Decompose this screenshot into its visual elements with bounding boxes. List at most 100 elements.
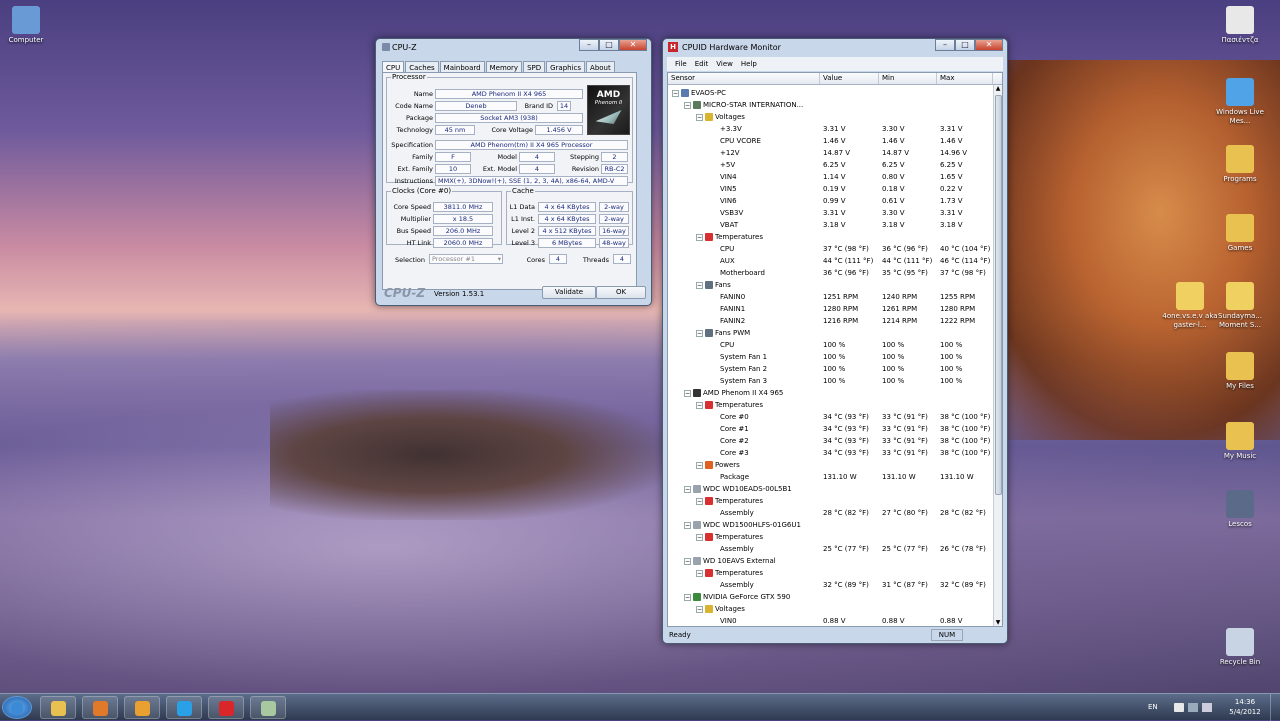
collapse-toggle-icon[interactable]: −: [684, 485, 691, 493]
collapse-toggle-icon[interactable]: −: [696, 533, 703, 541]
sensor-row[interactable]: − WDC WD10EADS-00L5B1: [668, 483, 1002, 495]
sensor-row[interactable]: Core #2 34 °C (93 °F) 33 °C (91 °F) 38 °C (…: [668, 435, 1002, 447]
sensor-row[interactable]: − NVIDIA GeForce GTX 590: [668, 591, 1002, 603]
sensor-row[interactable]: Assembly 28 °C (82 °F) 27 °C (80 °F) 28 °C …: [668, 507, 1002, 519]
scroll-thumb[interactable]: [995, 95, 1002, 495]
column-value[interactable]: Value: [820, 73, 879, 84]
desktop-icon[interactable]: Windows Live Mes...: [1210, 78, 1270, 126]
sensor-row[interactable]: +12V 14.87 V 14.87 V 14.96 V: [668, 147, 1002, 159]
sensor-row[interactable]: System Fan 2 100 % 100 % 100 %: [668, 363, 1002, 375]
collapse-toggle-icon[interactable]: −: [696, 569, 703, 577]
sensor-row[interactable]: VIN0 0.88 V 0.88 V 0.88 V: [668, 615, 1002, 626]
sensor-row[interactable]: − Powers: [668, 459, 1002, 471]
cpuz-window[interactable]: CPU-Z – □ ✕ CPU Caches Mainboard Memory SPD G…: [375, 38, 652, 306]
collapse-toggle-icon[interactable]: −: [696, 605, 703, 613]
sensor-row[interactable]: − AMD Phenom II X4 965: [668, 387, 1002, 399]
collapse-toggle-icon[interactable]: −: [696, 281, 703, 289]
sensor-row[interactable]: − Temperatures: [668, 231, 1002, 243]
ok-button[interactable]: OK: [596, 286, 646, 299]
scroll-up-arrow-icon[interactable]: ▲: [994, 85, 1002, 94]
sensor-row[interactable]: Package 131.10 W 131.10 W 131.10 W: [668, 471, 1002, 483]
sensor-row[interactable]: FANIN0 1251 RPM 1240 RPM 1255 RPM: [668, 291, 1002, 303]
show-desktop-button[interactable]: [1270, 694, 1280, 721]
desktop-icon[interactable]: Πασιέντζα: [1210, 6, 1270, 45]
menu-help[interactable]: Help: [741, 60, 757, 68]
taskbar-app-app[interactable]: [250, 696, 286, 719]
processor-select[interactable]: Processor #1 ▾: [429, 254, 503, 264]
start-button[interactable]: [2, 696, 32, 719]
sensor-row[interactable]: System Fan 1 100 % 100 % 100 %: [668, 351, 1002, 363]
sensor-row[interactable]: AUX 44 °C (111 °F) 44 °C (111 °F) 46 °C (11…: [668, 255, 1002, 267]
desktop-icon[interactable]: Recycle Bin: [1210, 628, 1270, 667]
sensor-row[interactable]: − Voltages: [668, 603, 1002, 615]
sensor-row[interactable]: − Temperatures: [668, 399, 1002, 411]
hwmonitor-window[interactable]: H CPUID Hardware Monitor – □ ✕ File Edit V…: [662, 38, 1008, 644]
hwmonitor-titlebar[interactable]: H CPUID Hardware Monitor – □ ✕: [663, 39, 1007, 55]
menu-view[interactable]: View: [716, 60, 733, 68]
collapse-toggle-icon[interactable]: −: [672, 89, 679, 97]
collapse-toggle-icon[interactable]: −: [696, 233, 703, 241]
sensor-row[interactable]: − Temperatures: [668, 531, 1002, 543]
sensor-row[interactable]: FANIN1 1280 RPM 1261 RPM 1280 RPM: [668, 303, 1002, 315]
column-min[interactable]: Min: [879, 73, 937, 84]
desktop-icon[interactable]: Programs: [1210, 145, 1270, 184]
tray-flag-icon[interactable]: [1174, 703, 1184, 712]
collapse-toggle-icon[interactable]: −: [696, 497, 703, 505]
sensor-row[interactable]: − EVAOS-PC: [668, 87, 1002, 99]
sensor-row[interactable]: VBAT 3.18 V 3.18 V 3.18 V: [668, 219, 1002, 231]
taskbar-app-flashget[interactable]: [208, 696, 244, 719]
column-sensor[interactable]: Sensor: [668, 73, 820, 84]
collapse-toggle-icon[interactable]: −: [684, 389, 691, 397]
menu-file[interactable]: File: [675, 60, 687, 68]
desktop-icon[interactable]: Lescos: [1210, 490, 1270, 529]
sensor-row[interactable]: − Voltages: [668, 111, 1002, 123]
column-max[interactable]: Max: [937, 73, 993, 84]
desktop-icon[interactable]: My Files: [1210, 352, 1270, 391]
language-indicator[interactable]: EN: [1148, 703, 1168, 711]
sensor-row[interactable]: Motherboard 36 °C (96 °F) 35 °C (95 °F) 37 …: [668, 267, 1002, 279]
collapse-toggle-icon[interactable]: −: [684, 101, 691, 109]
collapse-toggle-icon[interactable]: −: [696, 113, 703, 121]
desktop-icon[interactable]: Sundayma... Moment S...: [1210, 282, 1270, 330]
sensor-row[interactable]: VIN6 0.99 V 0.61 V 1.73 V: [668, 195, 1002, 207]
sensor-row[interactable]: VSB3V 3.31 V 3.30 V 3.31 V: [668, 207, 1002, 219]
scroll-down-arrow-icon[interactable]: ▼: [994, 619, 1002, 626]
cpuz-titlebar[interactable]: CPU-Z – □ ✕: [376, 39, 651, 55]
sensor-row[interactable]: VIN5 0.19 V 0.18 V 0.22 V: [668, 183, 1002, 195]
validate-button[interactable]: Validate: [542, 286, 596, 299]
collapse-toggle-icon[interactable]: −: [696, 461, 703, 469]
sensor-row[interactable]: +5V 6.25 V 6.25 V 6.25 V: [668, 159, 1002, 171]
sensor-row[interactable]: FANIN2 1216 RPM 1214 RPM 1222 RPM: [668, 315, 1002, 327]
sensor-row[interactable]: CPU 100 % 100 % 100 %: [668, 339, 1002, 351]
sensor-row[interactable]: Assembly 25 °C (77 °F) 25 °C (77 °F) 26 °C …: [668, 543, 1002, 555]
collapse-toggle-icon[interactable]: −: [684, 521, 691, 529]
sensor-row[interactable]: System Fan 3 100 % 100 % 100 %: [668, 375, 1002, 387]
collapse-toggle-icon[interactable]: −: [696, 329, 703, 337]
vertical-scrollbar[interactable]: ▲ ▼: [993, 85, 1002, 626]
sensor-row[interactable]: − WD 10EAVS External: [668, 555, 1002, 567]
collapse-toggle-icon[interactable]: −: [696, 401, 703, 409]
clock[interactable]: 14:36 5/4/2012: [1224, 697, 1266, 717]
taskbar-app-firefox[interactable]: [82, 696, 118, 719]
tray-network-icon[interactable]: [1188, 703, 1198, 712]
minimize-button[interactable]: –: [935, 39, 955, 51]
collapse-toggle-icon[interactable]: −: [684, 593, 691, 601]
sensor-row[interactable]: − Fans: [668, 279, 1002, 291]
sensor-row[interactable]: Core #0 34 °C (93 °F) 33 °C (91 °F) 38 °C (…: [668, 411, 1002, 423]
sensor-row[interactable]: − Fans PWM: [668, 327, 1002, 339]
tray-volume-icon[interactable]: [1202, 703, 1212, 712]
sensor-row[interactable]: − MICRO-STAR INTERNATION...: [668, 99, 1002, 111]
close-button[interactable]: ✕: [619, 39, 647, 51]
sensor-row[interactable]: +3.3V 3.31 V 3.30 V 3.31 V: [668, 123, 1002, 135]
sensor-tree[interactable]: Sensor Value Min Max − EVAOS-PC − MICRO-STA…: [667, 72, 1003, 627]
desktop-icon[interactable]: My Music: [1210, 422, 1270, 461]
menu-edit[interactable]: Edit: [695, 60, 709, 68]
sensor-row[interactable]: CPU VCORE 1.46 V 1.46 V 1.46 V: [668, 135, 1002, 147]
sensor-row[interactable]: − Temperatures: [668, 495, 1002, 507]
taskbar-app-winamp[interactable]: [124, 696, 160, 719]
sensor-row[interactable]: CPU 37 °C (98 °F) 36 °C (96 °F) 40 °C (104 …: [668, 243, 1002, 255]
maximize-button[interactable]: □: [599, 39, 619, 51]
sensor-row[interactable]: − Temperatures: [668, 567, 1002, 579]
maximize-button[interactable]: □: [955, 39, 975, 51]
sensor-row[interactable]: Core #3 34 °C (93 °F) 33 °C (91 °F) 38 °C (…: [668, 447, 1002, 459]
